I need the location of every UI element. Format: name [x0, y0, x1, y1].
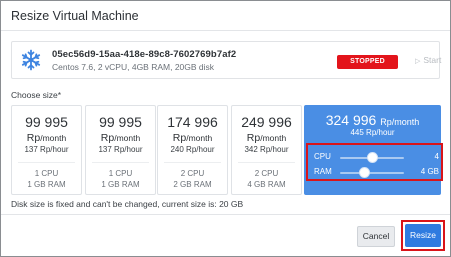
- plan-card-4[interactable]: 249 996 Rp/month 342 Rp/hour 2 CPU 4 GB …: [231, 105, 302, 195]
- plan-period: Rp/month: [246, 132, 287, 144]
- resize-button[interactable]: Resize: [405, 224, 441, 247]
- vm-snowflake-icon: [21, 49, 41, 71]
- divider: [164, 162, 221, 163]
- divider: [238, 162, 295, 163]
- plan-card-2[interactable]: 99 995 Rp/month 137 Rp/hour 1 CPU 1 GB R…: [85, 105, 156, 195]
- dialog-header: Resize Virtual Machine: [1, 1, 450, 31]
- plan-period: Rp/month: [26, 132, 67, 144]
- plan-cpu: 1 CPU: [34, 169, 59, 178]
- plan-hourly: 342 Rp/hour: [244, 145, 289, 154]
- plan-ram: 1 GB RAM: [27, 180, 66, 189]
- cancel-button[interactable]: Cancel: [357, 226, 395, 247]
- custom-plan-price: 324 996 Rp/month: [325, 112, 420, 128]
- cpu-slider-value: 4: [434, 152, 439, 161]
- resize-vm-dialog: Resize Virtual Machine 05ec56d9-15aa-418…: [0, 0, 451, 257]
- status-badge: STOPPED: [337, 55, 398, 69]
- vm-summary-card: 05ec56d9-15aa-418e-89c8-7602769b7af2 Cen…: [11, 41, 441, 79]
- plan-hourly: 240 Rp/hour: [170, 145, 215, 154]
- ram-slider-label: RAM: [314, 167, 332, 176]
- cpu-slider-row: CPU 4: [308, 150, 441, 164]
- ram-slider-row: RAM 4 GB: [308, 165, 441, 179]
- plan-ram: 4 GB RAM: [247, 180, 286, 189]
- plan-card-3[interactable]: 174 996 Rp/month 240 Rp/hour 2 CPU 2 GB …: [157, 105, 228, 195]
- dialog-title: Resize Virtual Machine: [11, 9, 139, 23]
- start-label: Start: [423, 55, 442, 65]
- plan-ram: 2 GB RAM: [173, 180, 212, 189]
- ram-slider-handle[interactable]: [358, 167, 370, 178]
- plan-ram: 1 GB RAM: [101, 180, 140, 189]
- cpu-slider-handle[interactable]: [366, 152, 378, 163]
- plan-cpu: 2 CPU: [254, 169, 279, 178]
- plan-period: Rp/month: [172, 132, 213, 144]
- custom-sliders-panel: CPU 4 RAM 4 GB: [306, 143, 443, 181]
- divider: [18, 162, 75, 163]
- plan-card-1[interactable]: 99 995 Rp/month 137 Rp/hour 1 CPU 1 GB R…: [11, 105, 82, 195]
- plan-price: 99 995: [25, 114, 68, 130]
- play-icon: ▷: [415, 58, 421, 65]
- vm-spec: Centos 7.6, 2 vCPU, 4GB RAM, 20GB disk: [52, 62, 215, 72]
- start-button[interactable]: ▷ Start: [415, 55, 441, 65]
- plan-hourly: 137 Rp/hour: [98, 145, 143, 154]
- plan-price: 249 996: [241, 114, 292, 130]
- plan-period: Rp/month: [100, 132, 141, 144]
- ram-slider-track[interactable]: [340, 172, 404, 174]
- plan-hourly: 137 Rp/hour: [24, 145, 69, 154]
- footer-divider: [1, 214, 450, 215]
- vm-name: 05ec56d9-15aa-418e-89c8-7602769b7af2: [52, 49, 237, 60]
- ram-slider-value: 4 GB: [420, 167, 439, 176]
- plan-cpu: 2 CPU: [180, 169, 205, 178]
- choose-size-label: Choose size*: [11, 90, 62, 100]
- plan-price: 99 995: [99, 114, 142, 130]
- custom-plan-hourly: 445 Rp/hour: [350, 128, 395, 137]
- divider: [92, 162, 149, 163]
- plan-cpu: 1 CPU: [108, 169, 133, 178]
- plan-price: 174 996: [167, 114, 218, 130]
- cpu-slider-label: CPU: [314, 152, 331, 161]
- disk-size-note: Disk size is fixed and can't be changed,…: [11, 199, 244, 209]
